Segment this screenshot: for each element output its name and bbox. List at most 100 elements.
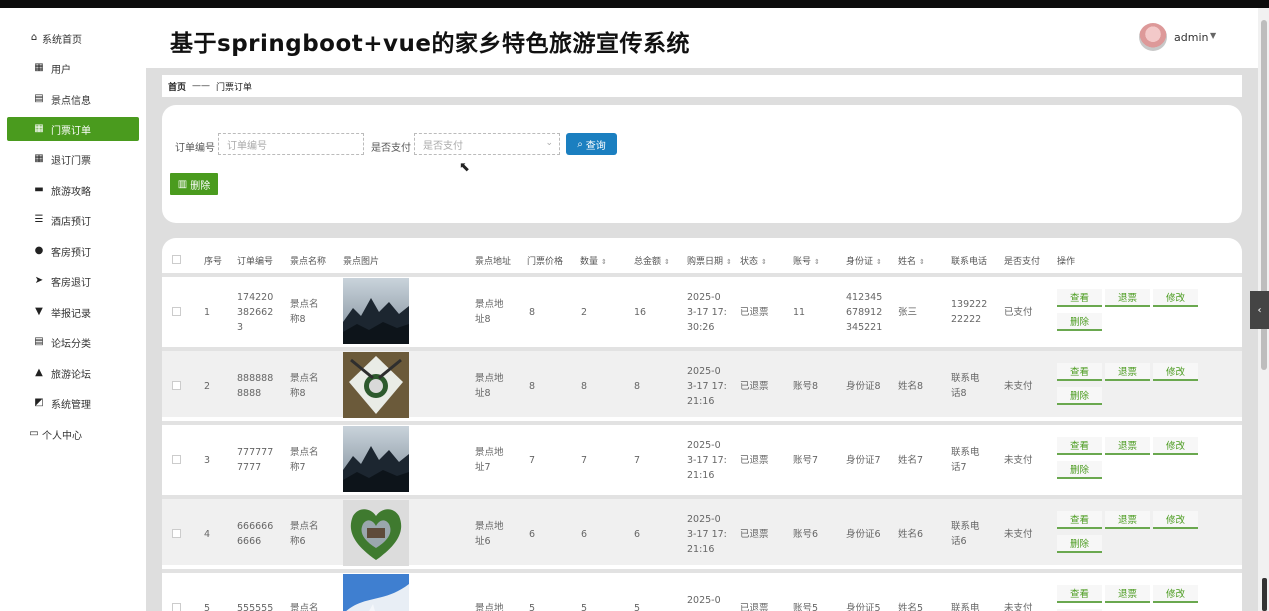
scenic-image[interactable]	[343, 574, 409, 611]
col-header-quantity[interactable]: 数量 ⇕	[580, 254, 607, 267]
sidebar-item-label: 门票订单	[51, 125, 91, 137]
purchase-date: 21:16	[687, 395, 715, 407]
sidebar-item-label: 论坛分类	[51, 338, 91, 350]
view-button[interactable]: 查看	[1057, 363, 1102, 381]
sidebar-item-ticket-orders[interactable]: ▦ 门票订单	[7, 117, 139, 141]
phone: 话8	[951, 388, 967, 399]
sort-icon[interactable]: ⇕	[664, 258, 670, 266]
sidebar-item-forum[interactable]: ▲ 旅游论坛	[7, 361, 139, 385]
row-checkbox[interactable]	[172, 529, 181, 538]
delete-button[interactable]: 删除	[1057, 461, 1102, 479]
bulk-delete-button[interactable]: ▥ 删除	[170, 173, 218, 195]
scenic-image[interactable]	[343, 278, 409, 344]
edit-button[interactable]: 修改	[1153, 289, 1198, 307]
phone: 联系电	[951, 521, 980, 532]
row-checkbox[interactable]	[172, 307, 181, 316]
edit-button[interactable]: 修改	[1153, 363, 1198, 381]
order-number: 3	[237, 321, 244, 333]
scenic-image[interactable]	[343, 352, 409, 418]
sidebar-item-profile[interactable]: ▭ 个人中心	[7, 422, 139, 446]
col-header-order-number[interactable]: 订单编号	[237, 254, 273, 267]
sort-icon[interactable]: ⇕	[876, 258, 882, 266]
id-card: 678912	[846, 306, 883, 318]
view-button[interactable]: 查看	[1057, 511, 1102, 529]
phone: 22222	[951, 314, 982, 325]
col-header-label: 账号	[793, 257, 812, 267]
refund-button[interactable]: 退票	[1105, 289, 1150, 307]
col-header-id-card[interactable]: 身份证 ⇕	[846, 254, 882, 267]
total-amount: 6	[634, 528, 641, 540]
purchase-date: 2025-0	[687, 365, 721, 377]
refund-button[interactable]: 退票	[1105, 363, 1150, 381]
user-name[interactable]: admin	[1174, 31, 1208, 44]
sidebar-item-system[interactable]: ◩ 系统管理	[7, 391, 139, 415]
col-header-scenic-name[interactable]: 景点名称	[290, 254, 326, 267]
order-number-input[interactable]: 订单编号	[218, 133, 364, 155]
row-checkbox[interactable]	[172, 455, 181, 464]
col-header-label: 订单编号	[237, 257, 274, 267]
sort-icon[interactable]: ⇕	[601, 258, 607, 266]
sidebar-item-label: 酒店预订	[51, 216, 91, 228]
purchase-date: 3-17 17:	[687, 528, 727, 540]
avatar[interactable]	[1139, 23, 1167, 51]
sidebar-item-guides[interactable]: ▬ 旅游攻略	[7, 178, 139, 202]
breadcrumb-current: 门票订单	[216, 82, 253, 93]
breadcrumb-separator: ——	[192, 81, 211, 91]
row-checkbox[interactable]	[172, 603, 181, 611]
row-checkbox[interactable]	[172, 381, 181, 390]
edit-button[interactable]: 修改	[1153, 511, 1198, 529]
order-number: 888888	[237, 373, 274, 384]
delete-button[interactable]: 删除	[1057, 313, 1102, 331]
delete-button[interactable]: 删除	[1057, 535, 1102, 553]
sidebar-item-users[interactable]: ▦ 用户	[7, 56, 139, 80]
col-header-total[interactable]: 总金额 ⇕	[634, 254, 670, 267]
order-number: 174220	[237, 291, 274, 303]
sort-icon[interactable]: ⇕	[761, 258, 767, 266]
chevron-left-icon[interactable]: ‹	[1250, 291, 1269, 329]
sidebar-item-home[interactable]: ⌂ 系统首页	[7, 26, 139, 50]
refund-button[interactable]: 退票	[1105, 585, 1150, 603]
sort-icon[interactable]: ⇕	[726, 258, 732, 266]
col-header-purchase-date[interactable]: 购票日期 ⇕	[687, 254, 732, 267]
sidebar-item-label: 旅游论坛	[51, 369, 91, 381]
col-header-scenic-image: 景点图片	[343, 257, 380, 267]
paid-status: 已支付	[1004, 306, 1033, 318]
refund-button[interactable]: 退票	[1105, 511, 1150, 529]
purchase-date: 21:16	[687, 469, 715, 481]
view-button[interactable]: 查看	[1057, 289, 1102, 307]
sidebar-item-room-booking[interactable]: ● 客房预订	[7, 239, 139, 263]
sidebar-item-ticket-refund[interactable]: ▦ 退订门票	[7, 147, 139, 171]
edit-button[interactable]: 修改	[1153, 437, 1198, 455]
scenic-image[interactable]	[343, 500, 409, 566]
view-button[interactable]: 查看	[1057, 585, 1102, 603]
sidebar-item-forum-category[interactable]: ▤ 论坛分类	[7, 330, 139, 354]
breadcrumb: 首页 —— 门票订单	[162, 75, 1242, 97]
main-content: 首页 —— 门票订单 订单编号 订单编号 是否支付 是否支付 ⌄ ⌕ 查询 ▥ …	[146, 68, 1258, 611]
view-button[interactable]: 查看	[1057, 437, 1102, 455]
sidebar-item-reports[interactable]: ▼ 举报记录	[7, 300, 139, 324]
delete-button[interactable]: 删除	[1057, 387, 1102, 405]
chart-icon: ◩	[34, 397, 44, 408]
sidebar-item-label: 退订门票	[51, 155, 91, 167]
edit-button[interactable]: 修改	[1153, 585, 1198, 603]
orders-table: 序号 订单编号 景点名称 景点图片 景点地址 门票价格 数量 ⇕ 总金额 ⇕ 购票日…	[162, 238, 1242, 611]
col-header-account[interactable]: 账号 ⇕	[793, 254, 820, 267]
scenic-image[interactable]	[343, 426, 409, 492]
caret-down-icon[interactable]: ▼	[1210, 31, 1216, 40]
query-button[interactable]: ⌕ 查询	[566, 133, 617, 155]
refund-button[interactable]: 退票	[1105, 437, 1150, 455]
sidebar-item-room-refund[interactable]: ➤ 客房退订	[7, 269, 139, 293]
scenic-address: 景点地	[475, 447, 504, 458]
select-all-checkbox[interactable]	[172, 255, 181, 264]
person-name: 张三	[898, 306, 918, 318]
breadcrumb-home[interactable]: 首页	[168, 80, 186, 93]
paid-status-select[interactable]: 是否支付 ⌄	[414, 133, 560, 155]
sidebar-item-hotel[interactable]: ☰ 酒店预订	[7, 208, 139, 232]
sort-icon[interactable]: ⇕	[814, 258, 820, 266]
purchase-date: 21:16	[687, 543, 715, 555]
status-text: 已退票	[740, 380, 769, 392]
col-header-status[interactable]: 状态 ⇕	[740, 254, 767, 267]
sidebar-item-scenic[interactable]: ▤ 景点信息	[7, 87, 139, 111]
sort-icon[interactable]: ⇕	[919, 258, 925, 266]
col-header-person-name[interactable]: 姓名 ⇕	[898, 254, 925, 267]
